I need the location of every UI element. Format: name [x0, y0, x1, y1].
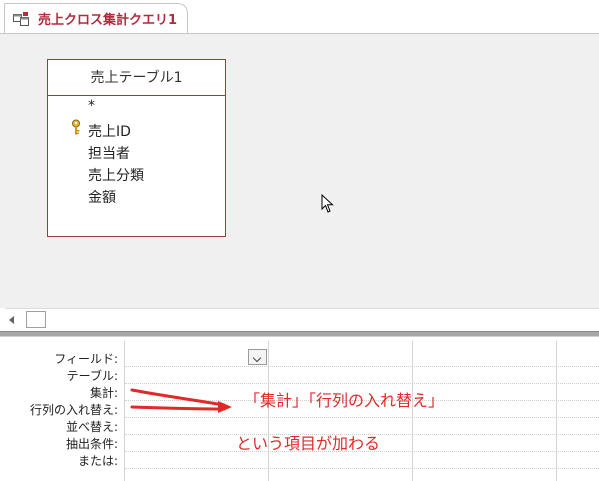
annotation-arrow-icon: [130, 388, 232, 413]
field-sales-id[interactable]: 売上ID: [88, 121, 131, 141]
scroll-left-icon[interactable]: [9, 316, 14, 324]
query-design-pane[interactable]: 売上テーブル1 * 売上ID 担当者 売上分類 金額: [0, 34, 599, 308]
chevron-down-icon: [252, 353, 262, 363]
query-icon: [13, 12, 29, 26]
field-dropdown-button[interactable]: [248, 349, 267, 365]
grid-row-divider: [125, 468, 599, 469]
grid-label-table: テーブル:: [66, 369, 118, 383]
grid-row-divider: [125, 383, 599, 384]
grid-label-sort: 並べ替え:: [65, 420, 118, 434]
document-tab-bar: 売上クロス集計クエリ1: [0, 0, 599, 34]
field-sales-category[interactable]: 売上分類: [88, 165, 144, 185]
mouse-cursor-icon: [321, 194, 334, 213]
tab-title: 売上クロス集計クエリ1: [38, 13, 178, 28]
primary-key-icon: [72, 119, 80, 135]
table-field-list[interactable]: 売上テーブル1 * 売上ID 担当者 売上分類 金額: [47, 59, 226, 237]
grid-label-field: フィールド:: [54, 352, 118, 366]
grid-column-4[interactable]: [556, 341, 557, 481]
grid-label-criteria: 抽出条件:: [65, 437, 118, 451]
query-tab[interactable]: 売上クロス集計クエリ1: [4, 3, 188, 33]
grid-label-total: 集計:: [89, 386, 118, 400]
field-amount[interactable]: 金額: [88, 187, 116, 207]
grid-label-or: または:: [77, 454, 118, 468]
annotation-text-2: という項目が加わる: [236, 434, 381, 453]
grid-column-2[interactable]: [268, 341, 269, 481]
grid-column-1[interactable]: [124, 341, 125, 481]
design-grid[interactable]: フィールド: テーブル: 集計: 行列の入れ替え: 並べ替え: 抽出条件: また…: [0, 337, 599, 481]
field-staff[interactable]: 担当者: [88, 143, 130, 163]
scroll-thumb[interactable]: [26, 311, 46, 328]
grid-row-divider: [125, 366, 599, 367]
grid-column-3[interactable]: [412, 341, 413, 481]
annotation-text-1: 「集計」「行列の入れ替え」: [244, 391, 445, 410]
table-title[interactable]: 売上テーブル1: [48, 60, 225, 96]
field-all[interactable]: *: [88, 98, 95, 114]
horizontal-scrollbar[interactable]: [5, 308, 599, 331]
grid-label-crosstab: 行列の入れ替え:: [29, 403, 118, 417]
